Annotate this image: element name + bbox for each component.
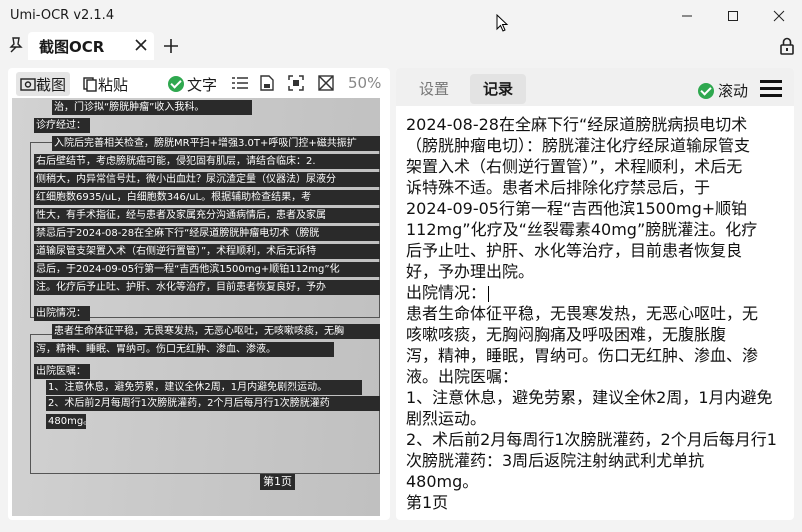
result-line: 诉特殊不适。患者术后排除化疗禁忌后，于 (406, 178, 711, 197)
ocr-text-line: 忌后，于2024-09-05行第一程“吉西他滨1500mg+顺铂112mg”化 (34, 262, 380, 277)
ocr-text-line: 入院后完善相关检查，膀胱MR平扫+增强3.0T+呼吸门控+磁共振扩 (52, 136, 380, 151)
paste-icon (83, 77, 97, 92)
lock-icon[interactable] (778, 36, 796, 56)
result-line: 2024-08-28在全麻下行“经尿道膀胱病损电切术 (406, 115, 748, 134)
add-tab-icon[interactable] (162, 37, 180, 55)
ocr-page-number: 第1页 (260, 474, 295, 490)
text-toggle-label: 文字 (187, 75, 218, 94)
minimize-icon (682, 15, 692, 17)
result-line: 后予止吐、护肝、水化等治疗，目前患者恢复良 (406, 241, 743, 260)
pin-icon[interactable] (8, 36, 24, 54)
result-line: （膀胱肿瘤电切）：膀胱灌注化疗经尿道输尿管支 (406, 136, 751, 155)
result-line: 第1页 (406, 493, 449, 512)
screenshot-label: 截图 (36, 75, 67, 94)
mouse-cursor-icon (496, 14, 509, 32)
ocr-text-line: 出院医嘱： (34, 364, 90, 379)
auto-scroll-label: 滚动 (718, 82, 749, 100)
close-icon (773, 10, 785, 22)
ocr-result-text[interactable]: 2024-08-28在全麻下行“经尿道膀胱病损电切术 （膀胱肿瘤电切）：膀胱灌注… (406, 114, 778, 514)
image-preview-panel: 截图 粘贴 文字 50% 治，门诊拟“膀胱肿瘤”收入我科。 诊疗经过： 入院后完… (8, 68, 390, 520)
text-caret (488, 285, 490, 302)
result-line: 2024-09-05行第一程“吉西他滨1500mg+顺铂 (406, 199, 748, 218)
tab-records[interactable]: 记录 (470, 74, 526, 104)
results-scrollbar[interactable] (784, 114, 788, 514)
result-line: 架置入术（右侧逆行置管）”，术程顺利，术后无 (406, 157, 743, 176)
ocr-text-line: 患者生命体征平稳，无畏寒发热，无恶心呕吐，无咳嗽咳痰，无胸 (52, 324, 380, 339)
tab-bar: 截图OCR (0, 32, 802, 60)
result-line: 液。出院医嘱： (406, 367, 519, 386)
window-title: Umi-OCR v2.1.4 (10, 8, 115, 23)
auto-scroll-toggle[interactable]: 滚动 (698, 80, 748, 101)
ocr-text-line: 治，门诊拟“膀胱肿瘤”收入我科。 (52, 100, 252, 115)
save-image-icon[interactable] (260, 75, 274, 91)
screenshot-button[interactable]: 截图 (16, 72, 71, 96)
show-text-toggle[interactable]: 文字 (168, 72, 217, 96)
ocr-text-line: 诊疗经过： (34, 118, 90, 133)
ocr-text-line: 480mg。 (46, 414, 86, 429)
maximize-icon (728, 11, 738, 21)
ocr-text-line: 红细胞数6935/uL，白细胞数346/uL。根据辅助检查结果，考 (34, 190, 380, 205)
ocr-text-line: 注。化疗后予止吐、护肝、水化等治疗，目前患者恢复良好，予办 (34, 280, 380, 295)
result-line: 1、注意休息，避免劳累，建议全休2周，1月内避免 (406, 388, 773, 407)
result-line: 480mg。 (406, 472, 479, 491)
ocr-text-line: 出院情况： (34, 306, 90, 321)
result-line: 2、术后前2月每周行1次膀胱灌药，2个月后每月行1 (406, 430, 777, 449)
list-icon[interactable] (232, 76, 248, 90)
result-line: 咳嗽咳痰，无胸闷胸痛及呼吸困难，无腹胀腹 (406, 325, 727, 344)
minimize-button[interactable] (664, 0, 710, 32)
results-header: 设置 记录 滚动 (396, 68, 794, 106)
title-bar: Umi-OCR v2.1.4 (0, 0, 802, 32)
ocr-text-line: 1、注意休息，避免劳累，建议全休2周，1月内避免剧烈运动。 (46, 380, 362, 395)
result-line: 剧烈运动。 (406, 409, 487, 428)
results-panel: 设置 记录 滚动 2024-08-28在全麻下行“经尿道膀胱病损电切术 （膀胱肿… (396, 68, 794, 520)
tab-label: 截图OCR (39, 38, 105, 56)
paste-button[interactable]: 粘贴 (82, 72, 128, 96)
result-line: 好，予办理出院。 (406, 262, 535, 281)
ocr-text-line: 泻，精神、睡眠、胃纳可。伤口无红肿、渗血、渗液。 (34, 342, 334, 357)
tab-settings[interactable]: 设置 (404, 74, 464, 104)
menu-icon[interactable] (760, 80, 782, 98)
maximize-button[interactable] (710, 0, 756, 32)
close-window-button[interactable] (756, 0, 802, 32)
tab-screenshot-ocr[interactable]: 截图OCR (28, 32, 154, 60)
fit-view-icon[interactable] (288, 75, 304, 91)
ocr-text-line: 禁忌后于2024-08-28在全麻下行“经尿道膀胱肿瘤电切术（膀胱 (34, 226, 380, 241)
ocr-text-line: 2、术后前2月每周行1次膀胱灌药，2个月后每月行1次膀胱灌药 (46, 396, 380, 411)
result-line: 次膀胱灌药：3周后返院注射纳武利尤单抗 (406, 451, 705, 470)
ocr-text-line: 道输尿管支架置入术（右侧逆行置管）”，术程顺利，术后无诉特 (34, 244, 380, 259)
result-line: 112mg”化疗及“丝裂霉素40mg”膀胱灌注。化疗 (406, 220, 758, 239)
check-icon (168, 76, 184, 92)
actual-size-icon[interactable] (318, 75, 334, 91)
check-icon (698, 82, 714, 99)
result-line: 出院情况： (406, 283, 487, 302)
result-line-with-caret: 出院情况： (406, 282, 778, 303)
paste-label: 粘贴 (98, 75, 129, 94)
ocr-text-line: 性大，有手术指征，经与患者及家属充分沟通病情后，患者及家属 (34, 208, 380, 223)
zoom-level: 50% (348, 74, 382, 92)
ocr-text-line: 右后壁结节，考虑膀胱癌可能，侵犯固有肌层，请结合临床：2. (34, 154, 380, 169)
result-line: 患者生命体征平稳，无畏寒发热，无恶心呕吐，无 (406, 304, 759, 323)
document-image[interactable]: 治，门诊拟“膀胱肿瘤”收入我科。 诊疗经过： 入院后完善相关检查，膀胱MR平扫+… (12, 98, 380, 516)
ocr-text-line: 侧稍大，内异常信号灶，微小出血灶？尿沉渣定量（仪器法）尿液分 (34, 172, 380, 187)
screenshot-icon (20, 78, 36, 91)
tab-close-icon[interactable] (134, 38, 148, 52)
result-line: 泻，精神，睡眠，胃纳可。伤口无红肿、渗血、渗 (406, 346, 759, 365)
